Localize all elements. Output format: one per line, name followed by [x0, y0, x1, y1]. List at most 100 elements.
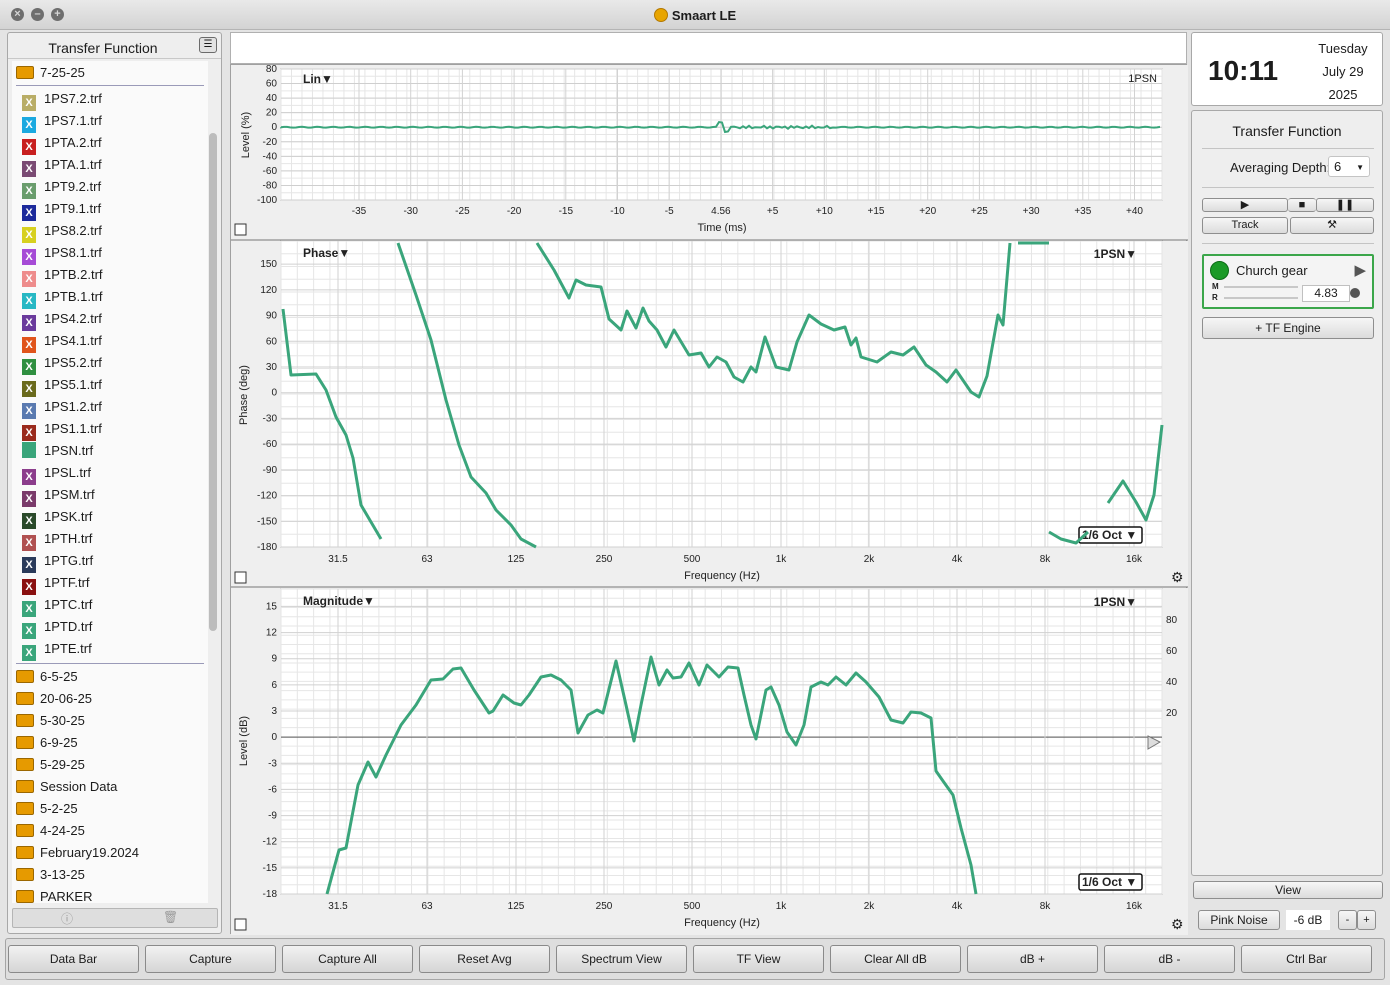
folder-item[interactable]: 6-5-25 — [16, 667, 78, 687]
folder-open[interactable]: 7-25-25 — [16, 63, 85, 83]
magnitude-trace-dropdown[interactable]: 1PSN▼ — [1094, 595, 1137, 609]
view-button[interactable]: View — [1193, 881, 1383, 899]
file-item[interactable]: X 1PS8.2.trf — [22, 221, 102, 243]
file-item[interactable]: X 1PSK.trf — [22, 507, 93, 529]
file-item[interactable]: X 1PS7.1.trf — [22, 111, 102, 133]
engine-delay-value[interactable]: 4.83 — [1302, 285, 1350, 302]
file-item[interactable]: X 1PS4.2.trf — [22, 309, 102, 331]
file-item[interactable]: X 1PS5.1.trf — [22, 375, 102, 397]
file-item[interactable]: X 1PS1.2.trf — [22, 397, 102, 419]
file-item[interactable]: X 1PS4.1.trf — [22, 331, 102, 353]
file-x-icon: X — [22, 535, 36, 551]
engine-record-icon[interactable] — [1350, 288, 1360, 298]
clear-all-db-button[interactable]: Clear All dB — [830, 945, 961, 973]
x-tick-label: 1k — [776, 554, 788, 565]
file-item[interactable]: X 1PTC.trf — [22, 595, 92, 617]
file-x-icon: X — [22, 337, 36, 353]
folder-item[interactable]: PARKER — [16, 887, 93, 903]
tf-engine-church-gear[interactable]: Church gear ▶ M R 4.83 — [1202, 254, 1374, 309]
generator-level-field[interactable]: -6 dB — [1286, 910, 1330, 930]
file-item[interactable]: X 1PS5.2.trf — [22, 353, 102, 375]
file-item[interactable]: X 1PTE.trf — [22, 639, 92, 661]
clock-box: 10:11 Tuesday July 29 2025 — [1191, 32, 1383, 106]
capture-all-button[interactable]: Capture All — [282, 945, 413, 973]
magnitude-mode-dropdown[interactable]: Magnitude▼ — [303, 594, 375, 608]
close-graph-icon[interactable] — [234, 571, 247, 584]
generator-level-down-button[interactable]: - — [1338, 910, 1357, 930]
settings-gear-icon[interactable]: ⚙ — [1171, 916, 1184, 932]
file-x-icon: X — [22, 271, 36, 287]
file-tree-scroll-thumb[interactable] — [209, 133, 217, 631]
file-item[interactable]: 1PSN.trf — [22, 441, 93, 461]
smoothing-label: 1/6 Oct ▼ — [1082, 528, 1137, 542]
file-item[interactable]: X 1PTD.trf — [22, 617, 92, 639]
file-item[interactable]: X 1PSL.trf — [22, 463, 91, 485]
file-item[interactable]: X 1PT9.2.trf — [22, 177, 101, 199]
reset-avg-button[interactable]: Reset Avg — [419, 945, 550, 973]
add-tf-engine-button[interactable]: + TF Engine — [1202, 317, 1374, 339]
folder-item[interactable]: 5-30-25 — [16, 711, 85, 731]
engine-play-icon[interactable]: ▶ — [1354, 261, 1366, 279]
impulse-mode-dropdown[interactable]: Lin▼ — [303, 72, 333, 86]
x-tick-label: -10 — [610, 206, 625, 217]
phase-trace-dropdown[interactable]: 1PSN▼ — [1094, 247, 1137, 261]
tf-view-button[interactable]: TF View — [693, 945, 824, 973]
file-item[interactable]: X 1PTF.trf — [22, 573, 90, 595]
data-bar — [230, 32, 1187, 64]
tools-button[interactable]: ⚒ — [1290, 217, 1374, 234]
folder-item[interactable]: 6-9-25 — [16, 733, 78, 753]
file-item[interactable]: X 1PTG.trf — [22, 551, 93, 573]
folder-item[interactable]: Session Data — [16, 777, 117, 797]
play-button[interactable]: ▶ — [1202, 198, 1288, 212]
db-button[interactable]: dB - — [1104, 945, 1235, 973]
engine-status-led[interactable] — [1210, 261, 1229, 280]
averaging-depth-select[interactable]: 6 ▼ — [1328, 156, 1370, 177]
pink-noise-button[interactable]: Pink Noise — [1198, 910, 1280, 930]
track-button[interactable]: Track — [1202, 217, 1288, 234]
stop-button[interactable]: ■ — [1288, 198, 1316, 212]
y-tick-label: -40 — [263, 151, 278, 162]
spectrum-view-button[interactable]: Spectrum View — [556, 945, 687, 973]
file-browser-menu-button[interactable]: ☰ — [199, 37, 217, 53]
file-item[interactable]: X 1PT9.1.trf — [22, 199, 101, 221]
file-item[interactable]: X 1PTB.2.trf — [22, 265, 103, 287]
file-item[interactable]: X 1PSM.trf — [22, 485, 95, 507]
file-item[interactable]: X 1PTA.2.trf — [22, 133, 102, 155]
folder-item[interactable]: 4-24-25 — [16, 821, 85, 841]
data-bar-button[interactable]: Data Bar — [8, 945, 139, 973]
settings-gear-icon[interactable]: ⚙ — [1171, 569, 1184, 585]
file-label: 1PSM.trf — [44, 487, 95, 502]
close-graph-icon[interactable] — [234, 918, 247, 931]
file-item[interactable]: X 1PTA.1.trf — [22, 155, 102, 177]
phase-mode-dropdown[interactable]: Phase▼ — [303, 246, 350, 260]
pause-button[interactable]: ❚❚ — [1316, 198, 1374, 212]
folder-item[interactable]: 3-13-25 — [16, 865, 85, 885]
file-item[interactable]: X 1PTB.1.trf — [22, 287, 103, 309]
close-graph-icon[interactable] — [234, 223, 247, 236]
right-axis-tick-label: 20 — [1166, 708, 1178, 719]
ctrl-bar-button[interactable]: Ctrl Bar — [1241, 945, 1372, 973]
file-label: 1PSK.trf — [44, 509, 93, 524]
folder-icon — [16, 846, 34, 859]
folder-item[interactable]: 20-06-25 — [16, 689, 92, 709]
file-label: 1PS7.2.trf — [44, 91, 102, 106]
tools-icon: ⚒ — [1327, 219, 1337, 231]
clock-day: Tuesday — [1318, 41, 1368, 56]
y-tick-label: -90 — [263, 465, 278, 476]
generator-level-up-button[interactable]: + — [1357, 910, 1376, 930]
db-button[interactable]: dB + — [967, 945, 1098, 973]
file-item[interactable]: X 1PS8.1.trf — [22, 243, 102, 265]
divider — [16, 85, 204, 86]
file-item[interactable]: X 1PS1.1.trf — [22, 419, 102, 441]
trash-icon[interactable]: 🗑 — [163, 910, 178, 924]
file-item[interactable]: X 1PTH.trf — [22, 529, 92, 551]
capture-button[interactable]: Capture — [145, 945, 276, 973]
folder-item[interactable]: February19.2024 — [16, 843, 139, 863]
trace-label: 1PSN — [1128, 73, 1157, 85]
file-item[interactable]: X 1PS7.2.trf — [22, 89, 102, 111]
folder-item[interactable]: 5-29-25 — [16, 755, 85, 775]
file-label: 1PS1.2.trf — [44, 399, 102, 414]
divider — [1202, 148, 1374, 149]
folder-item[interactable]: 5-2-25 — [16, 799, 78, 819]
info-icon[interactable]: ⓘ — [61, 910, 73, 927]
